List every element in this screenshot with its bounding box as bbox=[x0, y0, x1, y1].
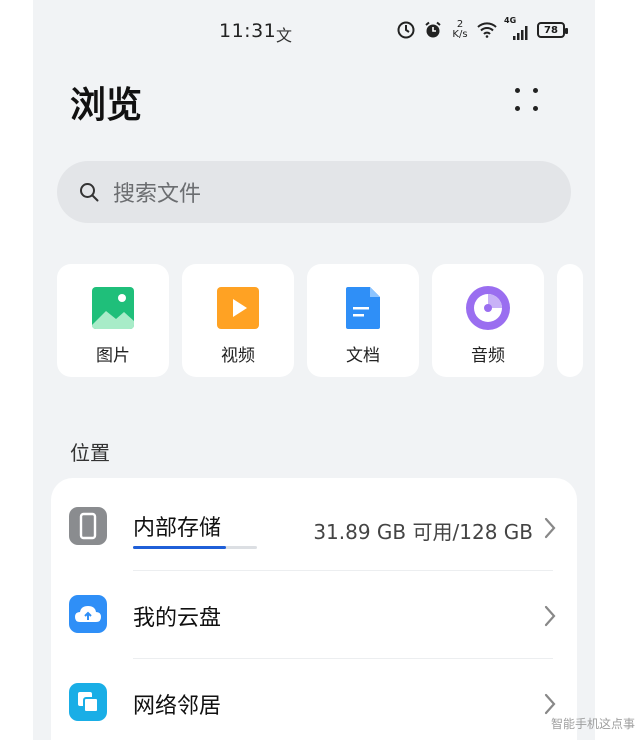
more-options-button[interactable] bbox=[511, 84, 543, 116]
storage-detail: 31.89 GB 可用/128 GB bbox=[313, 520, 533, 544]
location-internal-storage[interactable]: 内部存储 31.89 GB 可用/128 GB bbox=[51, 478, 577, 571]
chevron-right-icon bbox=[544, 517, 556, 539]
page-title: 浏览 bbox=[70, 85, 143, 126]
network-icon bbox=[69, 683, 107, 721]
document-icon bbox=[346, 287, 380, 329]
notification-glyph: 文 bbox=[276, 26, 293, 45]
category-images[interactable]: 图片 bbox=[57, 264, 169, 377]
storage-usage-bar bbox=[133, 546, 257, 549]
locations-list: 内部存储 31.89 GB 可用/128 GB 我的云盘 网络邻居 bbox=[51, 478, 577, 740]
status-bar: 11:31 文 2 K/s 4G 78 bbox=[33, 0, 595, 62]
section-title-locations: 位置 bbox=[70, 441, 110, 465]
chevron-right-icon bbox=[544, 693, 556, 715]
category-documents[interactable]: 文档 bbox=[307, 264, 419, 377]
search-icon bbox=[79, 181, 101, 203]
alarm-icon bbox=[423, 20, 443, 40]
search-bar[interactable]: 搜索文件 bbox=[57, 161, 571, 223]
video-icon bbox=[217, 287, 259, 329]
category-more[interactable] bbox=[557, 264, 583, 377]
phone-screen: 11:31 文 2 K/s 4G 78 浏览 搜索文件 图片 视频 文档 音频 … bbox=[33, 0, 595, 740]
category-audio[interactable]: 音频 bbox=[432, 264, 544, 377]
status-icons: 2 K/s 4G 78 bbox=[396, 16, 568, 40]
location-cloud-drive[interactable]: 我的云盘 bbox=[51, 571, 577, 659]
battery-indicator: 78 bbox=[537, 22, 568, 38]
search-input[interactable]: 搜索文件 bbox=[113, 176, 201, 208]
audio-icon bbox=[466, 286, 510, 330]
chevron-right-icon bbox=[544, 605, 556, 627]
cloud-icon bbox=[69, 595, 107, 633]
category-label: 音频 bbox=[471, 346, 505, 366]
location-network-neighborhood[interactable]: 网络邻居 bbox=[51, 659, 577, 740]
category-row: 图片 视频 文档 音频 bbox=[57, 264, 595, 377]
net-speed: 2 K/s bbox=[452, 19, 468, 40]
category-label: 视频 bbox=[221, 346, 255, 366]
wifi-icon bbox=[477, 20, 497, 40]
location-label: 网络邻居 bbox=[133, 694, 222, 719]
image-icon bbox=[92, 287, 134, 329]
phone-icon bbox=[69, 507, 107, 545]
cellular-signal-icon: 4G bbox=[504, 16, 530, 40]
watermark: 智能手机这点事 bbox=[550, 717, 635, 731]
category-label: 文档 bbox=[346, 346, 380, 366]
location-label: 内部存储 bbox=[133, 516, 222, 541]
clock: 11:31 bbox=[219, 20, 277, 42]
category-label: 图片 bbox=[96, 346, 130, 366]
location-label: 我的云盘 bbox=[133, 606, 222, 631]
category-videos[interactable]: 视频 bbox=[182, 264, 294, 377]
data-saver-icon bbox=[396, 20, 416, 40]
storage-usage-fill bbox=[133, 546, 226, 549]
